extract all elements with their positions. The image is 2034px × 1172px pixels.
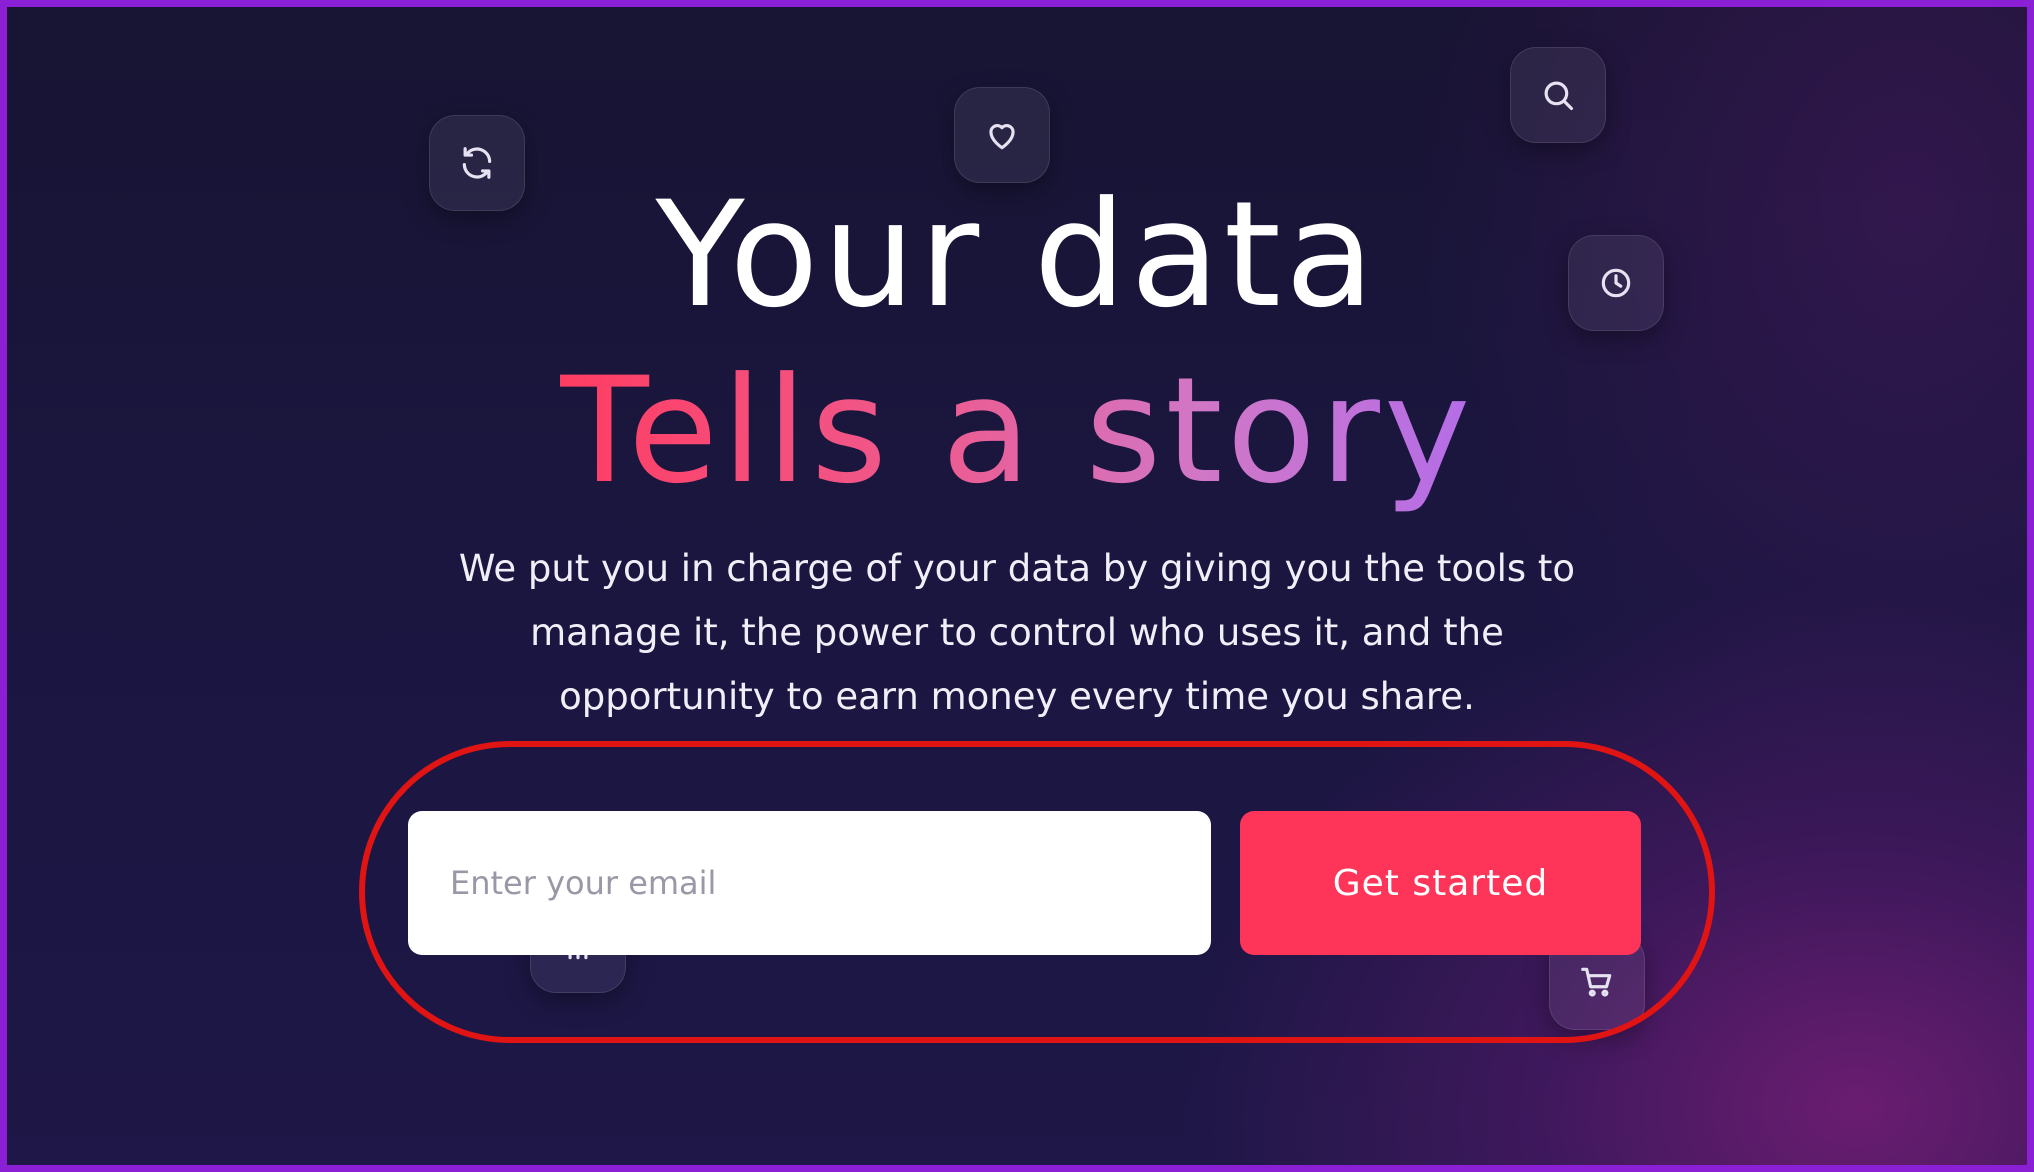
hero-description: We put you in charge of your data by giv… (458, 547, 1576, 718)
cart-icon (1581, 967, 1612, 997)
headline-secondary: Tells a story (7, 351, 2027, 511)
hero-section: Your data Tells a story We put you in ch… (7, 7, 2027, 1165)
get-started-button[interactable]: Get started (1240, 811, 1641, 955)
search-icon-tile (1510, 47, 1606, 143)
heart-icon (989, 124, 1015, 150)
search-icon (1544, 81, 1574, 111)
heart-icon-tile (954, 87, 1050, 183)
email-input[interactable] (408, 811, 1211, 955)
headline-primary: Your data (655, 170, 1379, 340)
headline-gradient-text: Tells a story (559, 346, 1475, 516)
